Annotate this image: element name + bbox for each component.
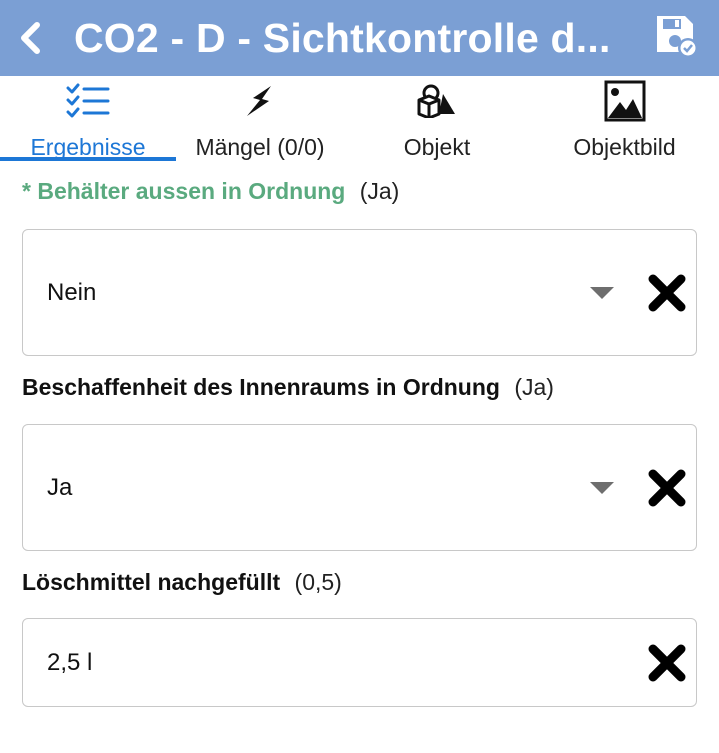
tab-objektbild[interactable]: Objektbild [530, 76, 719, 162]
field-name: Löschmittel nachgefüllt [22, 569, 281, 595]
select-value: Nein [47, 278, 97, 306]
select-innenraum[interactable]: Ja [22, 424, 697, 551]
dropdown-arrow-icon[interactable] [590, 481, 614, 494]
field-label-innenraum: Beschaffenheit des Innenraums in Ordnung… [22, 374, 554, 401]
close-icon [648, 469, 686, 506]
lightning-icon [247, 86, 271, 116]
shapes-icon [417, 84, 455, 118]
field-name: Beschaffenheit des Innenraums in Ordnung [22, 374, 500, 400]
tab-label: Mängel (0/0) [195, 134, 325, 160]
app-bar: CO2 - D - Sichtkontrolle d... [0, 0, 719, 76]
close-icon [648, 274, 686, 311]
clear-button[interactable] [646, 642, 688, 684]
field-label-loeschmittel: Löschmittel nachgefüllt (0,5) [22, 569, 342, 596]
field-label-behaelter: * Behälter aussen in Ordnung (Ja) [22, 178, 399, 205]
clear-button[interactable] [646, 467, 688, 509]
tab-ergebnisse[interactable]: Ergebnisse [0, 76, 176, 162]
field-hint: (Ja) [514, 374, 554, 400]
save-button[interactable] [655, 14, 699, 58]
tab-maengel[interactable]: Mängel (0/0) [176, 76, 344, 162]
required-marker: * [22, 178, 31, 204]
field-hint: (Ja) [359, 178, 400, 204]
select-value: Ja [47, 473, 73, 501]
save-check-icon [657, 16, 698, 58]
image-icon [604, 80, 645, 122]
input-loeschmittel[interactable]: 2,5 l [22, 618, 697, 707]
select-behaelter[interactable]: Nein [22, 229, 697, 356]
tab-objekt[interactable]: Objekt [344, 76, 530, 162]
tab-label: Ergebnisse [30, 134, 146, 160]
clear-button[interactable] [646, 272, 688, 314]
field-name: Behälter aussen in Ordnung [37, 178, 346, 204]
page-title: CO2 - D - Sichtkontrolle d... [74, 14, 611, 61]
dropdown-arrow-icon[interactable] [590, 286, 614, 299]
close-icon [648, 644, 686, 681]
tab-label: Objektbild [573, 134, 676, 160]
checklist-icon [66, 83, 110, 118]
chevron-left-icon [21, 22, 40, 54]
tab-label: Objekt [403, 134, 471, 160]
back-button[interactable] [0, 0, 60, 76]
field-hint: (0,5) [294, 569, 342, 595]
input-value[interactable]: 2,5 l [47, 649, 646, 677]
tab-bar: Ergebnisse Mängel (0/0) Objekt Objektbil… [0, 76, 719, 162]
